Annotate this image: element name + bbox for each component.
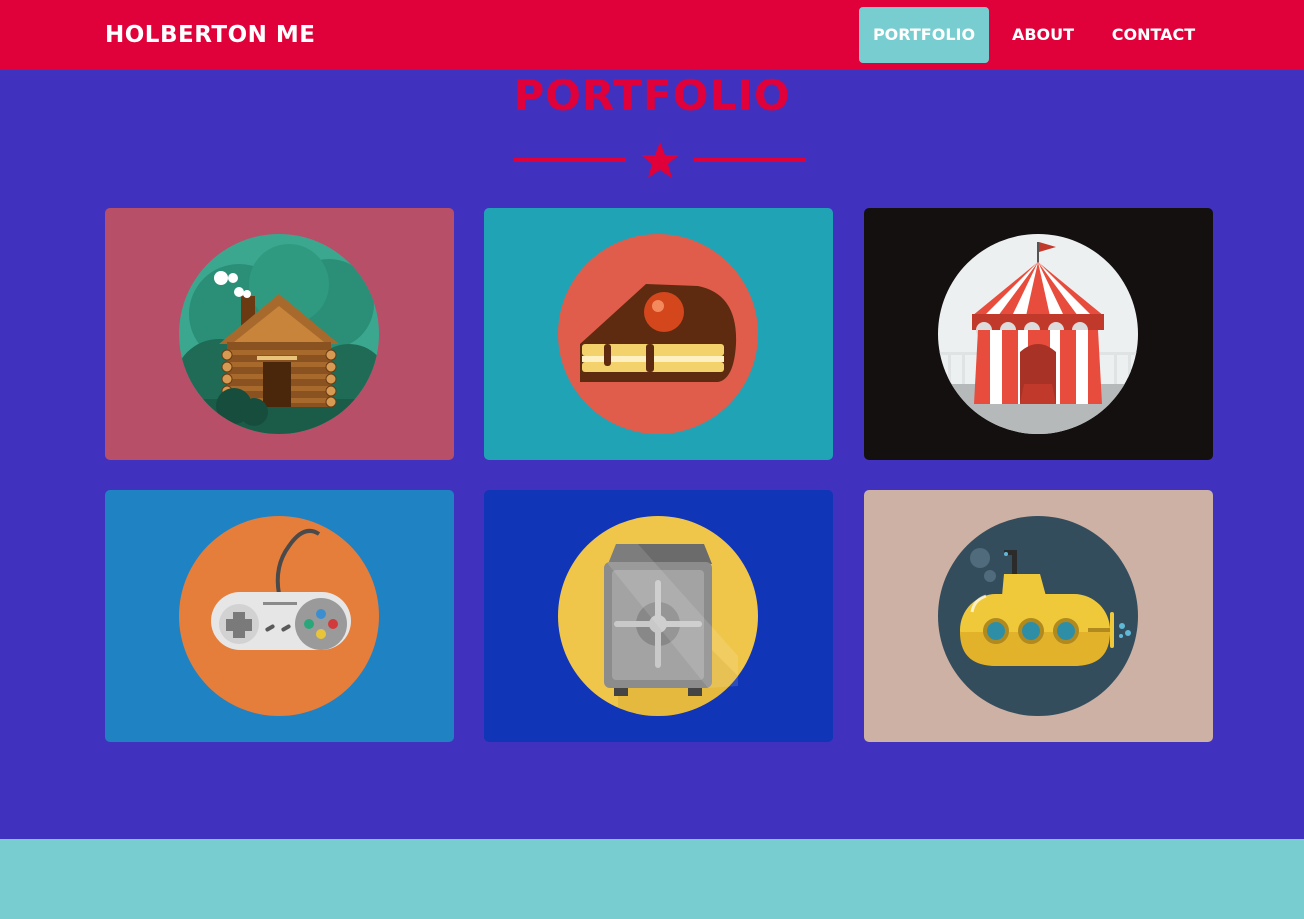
- portfolio-card-cabin[interactable]: [105, 208, 454, 460]
- divider-line-right: [694, 158, 806, 162]
- nav-contact[interactable]: CONTACT: [1097, 7, 1210, 63]
- portfolio-title: PORTFOLIO: [513, 71, 791, 120]
- game-controller-icon: [179, 516, 379, 716]
- safe-icon: [558, 516, 758, 716]
- portfolio-card-cake[interactable]: [484, 208, 833, 460]
- portfolio-card-circus-tent[interactable]: [864, 208, 1213, 460]
- portfolio-card-submarine[interactable]: [864, 490, 1213, 742]
- star-icon: [641, 142, 679, 178]
- footer: [0, 839, 1304, 919]
- brand-logo[interactable]: HOLBERTON ME: [105, 0, 315, 70]
- portfolio-card-game-controller[interactable]: [105, 490, 454, 742]
- cabin-icon: [179, 234, 379, 434]
- circus-tent-icon: [938, 234, 1138, 434]
- submarine-icon: [938, 516, 1138, 716]
- header-navbar: HOLBERTON ME PORTFOLIO ABOUT CONTACT: [0, 0, 1304, 70]
- divider-line-left: [514, 158, 626, 162]
- nav-portfolio[interactable]: PORTFOLIO: [859, 7, 989, 63]
- nav-about[interactable]: ABOUT: [997, 7, 1089, 63]
- portfolio-card-safe[interactable]: [484, 490, 833, 742]
- cake-icon: [558, 234, 758, 434]
